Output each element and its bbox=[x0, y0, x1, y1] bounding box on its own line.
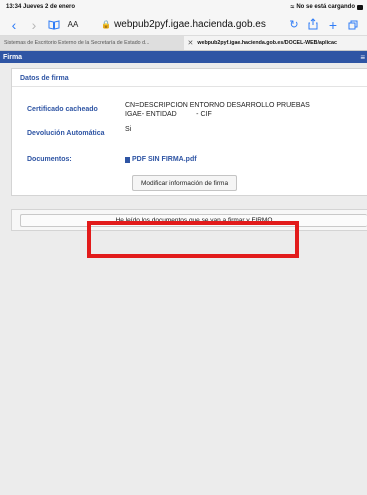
certificado-line1: CN=DESCRIPCION ENTORNO DESARROLLO PRUEBA… bbox=[125, 102, 310, 109]
document-link-label: PDF SIN FIRMA.pdf bbox=[132, 156, 197, 163]
wifi-icon: ≈ bbox=[290, 3, 295, 11]
url-text: webpub2pyf.igae.hacienda.gob.es bbox=[114, 19, 266, 30]
hamburger-menu-icon[interactable]: ≡ bbox=[360, 53, 365, 62]
status-time-date: 13:34 Jueves 2 de enero bbox=[6, 4, 76, 10]
devolucion-label: Devolución Automática bbox=[27, 130, 105, 137]
app-header: Firma ≡ bbox=[0, 51, 367, 63]
status-loading-text: No se está cargando bbox=[296, 4, 355, 10]
certificado-value: CN=DESCRIPCION ENTORNO DESARROLLO PRUEBA… bbox=[125, 101, 310, 119]
document-link[interactable]: PDF SIN FIRMA.pdf bbox=[125, 156, 197, 163]
tab-webpub[interactable]: ✕ webpub2pyf.igae.hacienda.gob.es/DOCEL-… bbox=[183, 36, 367, 50]
panel-divider bbox=[12, 86, 367, 87]
close-tab-icon[interactable]: ✕ bbox=[188, 39, 194, 47]
bookmarks-icon[interactable] bbox=[44, 16, 64, 34]
certificado-line2: IGAE- ENTIDAD - CIF bbox=[125, 111, 212, 118]
share-icon[interactable] bbox=[303, 16, 323, 34]
tab-label: webpub2pyf.igae.hacienda.gob.es/DOCEL-WE… bbox=[197, 40, 337, 46]
highlight-box bbox=[87, 221, 299, 258]
new-tab-button[interactable]: + bbox=[323, 16, 343, 34]
text-size-button[interactable]: AA bbox=[64, 20, 82, 29]
forward-icon[interactable]: › bbox=[24, 16, 44, 34]
tab-sistemas[interactable]: Sistemas de Escritorio Externo de la Sec… bbox=[0, 36, 184, 50]
status-bar: 13:34 Jueves 2 de enero ≈ No se está car… bbox=[0, 0, 367, 14]
signature-data-panel: Datos de firma Certificado cacheado CN=D… bbox=[11, 68, 367, 196]
status-right: ≈ No se está cargando bbox=[290, 4, 363, 11]
page-title: Firma bbox=[3, 53, 23, 61]
documentos-label: Documentos: bbox=[27, 156, 72, 163]
pdf-file-icon bbox=[125, 156, 130, 163]
address-bar[interactable]: 🔒 webpub2pyf.igae.hacienda.gob.es bbox=[84, 17, 283, 33]
documentos-row: Documentos: PDF SIN FIRMA.pdf bbox=[12, 156, 367, 163]
lock-icon: 🔒 bbox=[101, 20, 112, 29]
devolucion-value: Si bbox=[125, 126, 132, 133]
battery-icon bbox=[357, 4, 363, 10]
modify-signature-button[interactable]: Modificar información de firma bbox=[132, 175, 238, 191]
panel-title: Datos de firma bbox=[20, 75, 69, 82]
reload-icon[interactable]: ↻ bbox=[285, 18, 303, 31]
browser-toolbar: ‹ › AA 🔒 webpub2pyf.igae.hacienda.gob.es… bbox=[0, 14, 367, 36]
back-icon[interactable]: ‹ bbox=[4, 16, 24, 34]
certificado-label: Certificado cacheado bbox=[27, 106, 98, 113]
certificado-row: Certificado cacheado CN=DESCRIPCION ENTO… bbox=[12, 101, 367, 119]
tab-label: Sistemas de Escritorio Externo de la Sec… bbox=[4, 40, 150, 46]
tab-strip: Sistemas de Escritorio Externo de la Sec… bbox=[0, 36, 367, 51]
tabs-icon[interactable] bbox=[343, 16, 363, 34]
devolucion-row: Devolución Automática Si bbox=[12, 125, 367, 137]
